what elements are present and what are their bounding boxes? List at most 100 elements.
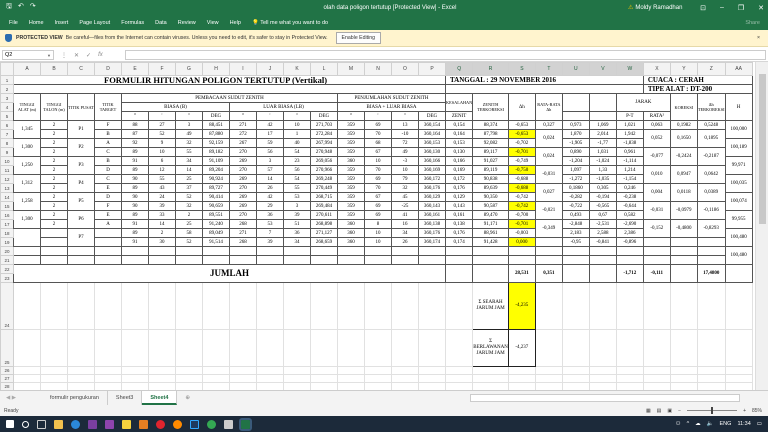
- cell[interactable]: [229, 366, 257, 375]
- header-rata2[interactable]: RATA²: [642, 111, 671, 121]
- data-cell-q[interactable]: 0,161: [444, 210, 474, 220]
- data-cell-s[interactable]: -0,003: [507, 228, 536, 238]
- column-header[interactable]: V: [588, 62, 617, 76]
- data-cell-g[interactable]: 34: [175, 156, 203, 166]
- cell[interactable]: [696, 374, 726, 383]
- header-biasa-lb[interactable]: BIASA + LUAR BIASA: [337, 102, 446, 112]
- data-cell-r[interactable]: 91,027: [472, 156, 509, 166]
- save-icon[interactable]: 🖫: [6, 2, 12, 13]
- data-cell-j[interactable]: 42: [256, 192, 284, 202]
- data-cell-n[interactable]: 10: [364, 156, 392, 166]
- data-cell-p[interactable]: 360,154: [418, 120, 446, 130]
- data-cell-l[interactable]: 269,484: [310, 201, 338, 211]
- data-cell-y[interactable]: -0,0979: [669, 201, 698, 220]
- header-unit[interactable]: °: [337, 111, 365, 121]
- cell[interactable]: [391, 382, 419, 390]
- data-cell-f[interactable]: 55: [148, 174, 176, 184]
- cell[interactable]: [534, 382, 563, 390]
- cell[interactable]: [534, 374, 563, 383]
- cell[interactable]: [588, 246, 617, 256]
- row-header[interactable]: 10: [0, 156, 14, 166]
- cell[interactable]: [444, 246, 474, 256]
- data-cell-d[interactable]: D: [94, 165, 122, 175]
- cell[interactable]: [391, 255, 419, 265]
- vertical-scrollbar[interactable]: [755, 62, 768, 390]
- data-cell-b[interactable]: 2: [40, 192, 68, 202]
- column-header[interactable]: Y: [669, 62, 698, 76]
- cell[interactable]: [669, 382, 698, 390]
- data-cell-z[interactable]: 0,5248: [696, 120, 726, 130]
- page-layout-view-icon[interactable]: ▤: [657, 408, 662, 414]
- sheet-title[interactable]: FORMULIR HITUNGAN POLIGON TERTUTUP (Vert…: [13, 75, 446, 85]
- tanggal-cell[interactable]: TANGGAL : 29 NOVEMBER 2016: [445, 75, 644, 85]
- data-cell-x[interactable]: [642, 237, 671, 247]
- data-cell-p[interactable]: 360,143: [418, 201, 446, 211]
- cell[interactable]: [534, 246, 563, 256]
- column-header[interactable]: S: [507, 62, 536, 76]
- data-cell-f[interactable]: 12: [148, 165, 176, 175]
- data-cell-c[interactable]: P3: [67, 156, 95, 175]
- jumlah-value[interactable]: -0,111: [642, 264, 671, 283]
- data-cell-v[interactable]: 1,031: [588, 147, 617, 157]
- data-cell-r[interactable]: 91,428: [472, 237, 509, 247]
- data-cell-g[interactable]: 32: [175, 138, 203, 148]
- data-cell-c[interactable]: P5: [67, 192, 95, 211]
- data-cell-v[interactable]: 2,014: [588, 129, 617, 139]
- cell[interactable]: [94, 329, 122, 367]
- data-cell-w[interactable]: 2,386: [615, 228, 644, 238]
- data-cell-k[interactable]: 36: [283, 228, 311, 238]
- cell[interactable]: [121, 246, 149, 256]
- data-cell-aa[interactable]: 100,000: [724, 120, 753, 139]
- cell[interactable]: [472, 246, 509, 256]
- data-cell-h[interactable]: 89,049: [202, 228, 230, 238]
- jumlah-label[interactable]: JUMLAH: [13, 264, 446, 283]
- spreadsheet-grid[interactable]: A B C D E F G H I J K L M N O P Q R S T U V W X Y Z AA 1 FORMULIR HI…: [0, 62, 755, 390]
- column-header[interactable]: G: [175, 62, 203, 76]
- row-header[interactable]: 21: [0, 255, 14, 265]
- cell[interactable]: [364, 366, 392, 375]
- data-cell-i[interactable]: 268: [229, 219, 257, 229]
- redo-icon[interactable]: ↷: [30, 2, 36, 13]
- cell[interactable]: [256, 374, 284, 383]
- data-cell-z[interactable]: [696, 237, 726, 247]
- tab-formulas[interactable]: Formulas: [121, 20, 144, 26]
- cell[interactable]: [13, 84, 446, 94]
- column-header[interactable]: F: [148, 62, 176, 76]
- data-cell-o[interactable]: -10: [391, 129, 419, 139]
- data-cell-s[interactable]: -0,702: [507, 138, 536, 148]
- column-header[interactable]: AA: [724, 62, 753, 76]
- header-dh[interactable]: Δh: [507, 93, 536, 121]
- sigma-searah-label[interactable]: Σ SEARAH JARUM JAM: [472, 282, 509, 330]
- data-cell-v[interactable]: -1,035: [588, 174, 617, 184]
- data-cell-a[interactable]: 1,312: [13, 174, 41, 193]
- cell[interactable]: [283, 366, 311, 375]
- data-cell-x[interactable]: -0,152: [642, 219, 671, 238]
- cell[interactable]: [202, 255, 230, 265]
- cell[interactable]: [67, 246, 95, 256]
- column-header[interactable]: Q: [444, 62, 474, 76]
- data-cell-r[interactable]: 87,798: [472, 129, 509, 139]
- data-cell-e[interactable]: 90: [121, 192, 149, 202]
- cell[interactable]: [444, 382, 474, 390]
- cell[interactable]: [391, 246, 419, 256]
- data-cell-b[interactable]: [40, 228, 68, 238]
- cell[interactable]: [444, 282, 474, 330]
- data-cell-h[interactable]: 90,414: [202, 192, 230, 202]
- data-cell-i[interactable]: 270: [229, 147, 257, 157]
- data-cell-w[interactable]: -0,238: [615, 192, 644, 202]
- data-cell-h[interactable]: 91,109: [202, 156, 230, 166]
- cell[interactable]: [588, 366, 617, 375]
- data-cell-u[interactable]: 2,183: [561, 228, 590, 238]
- column-header[interactable]: D: [94, 62, 122, 76]
- data-cell-f[interactable]: 30: [148, 237, 176, 247]
- cell[interactable]: [13, 246, 41, 256]
- maximize-button[interactable]: ❐: [738, 4, 744, 12]
- data-cell-x[interactable]: 0,004: [642, 183, 671, 202]
- data-cell-s[interactable]: -0,750: [507, 165, 536, 175]
- data-cell-g[interactable]: 37: [175, 183, 203, 193]
- data-cell-h[interactable]: 89,727: [202, 183, 230, 193]
- cell[interactable]: [444, 366, 474, 375]
- cell[interactable]: [615, 329, 644, 367]
- data-cell-i[interactable]: 269: [229, 156, 257, 166]
- cell[interactable]: [202, 246, 230, 256]
